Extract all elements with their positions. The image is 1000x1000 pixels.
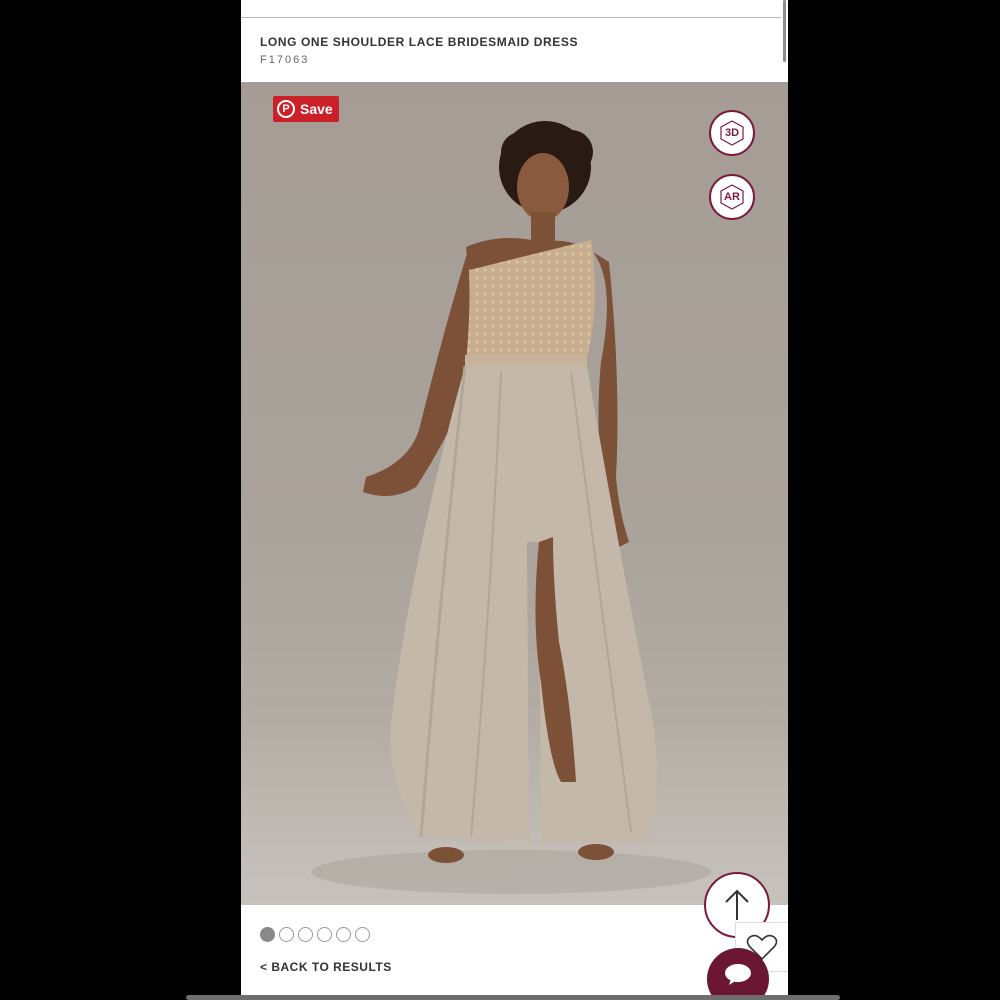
gallery-dot[interactable] (317, 927, 332, 942)
ar-label: AR (724, 191, 740, 203)
product-image[interactable]: P Save 3D AR (241, 82, 788, 905)
home-indicator (186, 995, 840, 1000)
back-to-results-link[interactable]: < BACK TO RESULTS (260, 960, 392, 974)
product-sku: F17063 (260, 54, 310, 66)
scrollbar[interactable] (783, 0, 786, 62)
save-label: Save (300, 101, 333, 117)
model-photo (311, 121, 711, 894)
gallery-dot[interactable] (355, 927, 370, 942)
product-title: LONG ONE SHOULDER LACE BRIDESMAID DRESS (260, 35, 579, 49)
view-ar-button[interactable]: AR (709, 174, 755, 220)
gallery-dot[interactable] (279, 927, 294, 942)
gallery-dot[interactable] (336, 927, 351, 942)
arrow-up-icon (725, 889, 749, 920)
product-page: LONG ONE SHOULDER LACE BRIDESMAID DRESS … (241, 0, 788, 1000)
gallery-dot[interactable] (260, 927, 275, 942)
gallery-pagination (260, 927, 370, 942)
chat-icon (725, 964, 751, 985)
view-3d-button[interactable]: 3D (709, 110, 755, 156)
gallery-dot[interactable] (298, 927, 313, 942)
header-divider (241, 0, 781, 18)
pinterest-icon: P (277, 100, 295, 118)
3d-label: 3D (724, 127, 740, 139)
pinterest-save-button[interactable]: P Save (273, 96, 339, 122)
